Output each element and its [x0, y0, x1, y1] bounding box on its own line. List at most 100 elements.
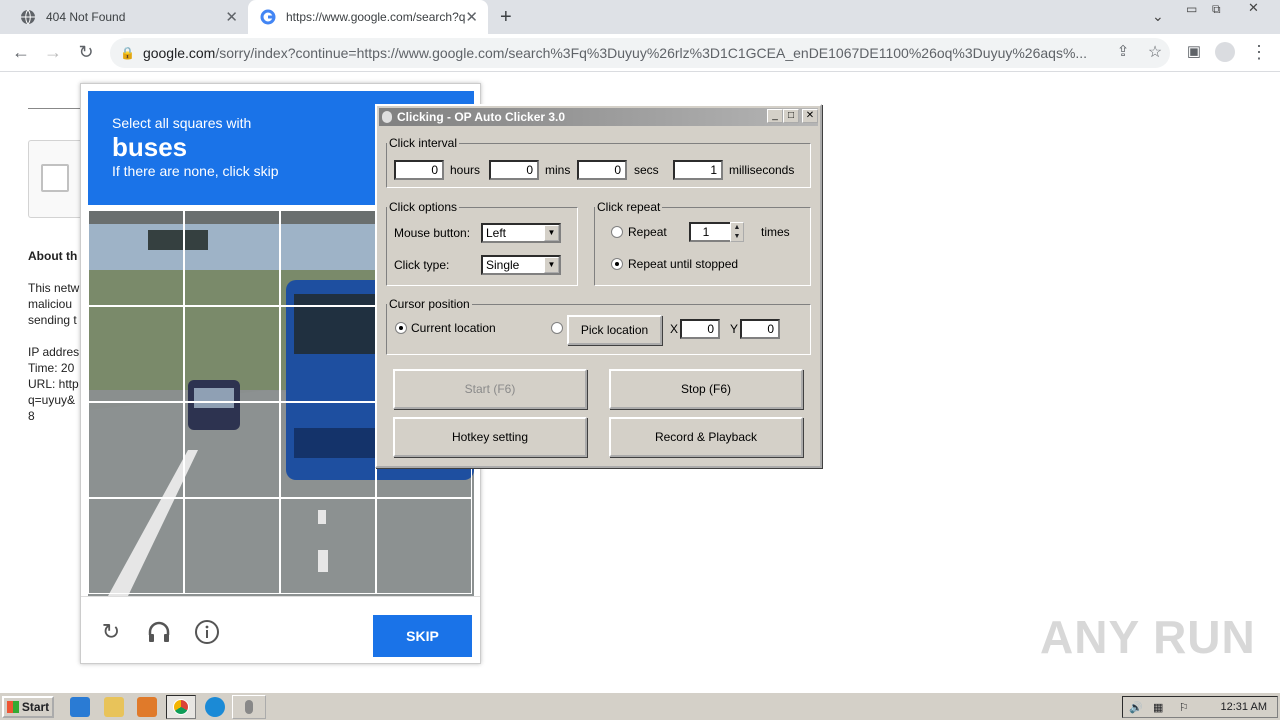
clock: 12:31 AM	[1220, 701, 1267, 713]
file-explorer-icon[interactable]	[104, 697, 124, 717]
body-line: maliciou	[28, 297, 73, 311]
recaptcha-footer: ↻ SKIP	[81, 596, 480, 664]
repeat-until-stopped-radio[interactable]	[611, 258, 623, 270]
volume-icon[interactable]: 🔊	[1129, 701, 1143, 714]
bookmark-star-icon[interactable]: ☆	[1144, 42, 1166, 62]
stop-button[interactable]: Stop (F6)	[609, 369, 803, 409]
click-type-value: Single	[486, 258, 520, 272]
y-label: Y	[730, 322, 739, 336]
address-bar[interactable]: 🔒 google.com/sorry/index?continue=https:…	[110, 38, 1170, 68]
reload-icon[interactable]: ↻	[75, 42, 97, 63]
close-icon[interactable]: ✕	[802, 109, 818, 123]
times-label: times	[761, 225, 790, 239]
auto-clicker-window: Clicking - OP Auto Clicker 3.0 _ □ ✕ Cli…	[375, 104, 822, 468]
reload-challenge-icon[interactable]: ↻	[98, 619, 124, 645]
minimize-icon[interactable]: _	[767, 109, 783, 123]
maximize-icon[interactable]: □	[783, 109, 799, 123]
about-heading: About th	[28, 249, 78, 263]
grid-tile[interactable]	[88, 402, 184, 498]
system-tray: 🔊 ▦ ⚐ 12:31 AM	[1122, 696, 1278, 718]
recaptcha-checkbox[interactable]	[41, 164, 69, 192]
anyrun-watermark: ANY RUN	[1040, 611, 1256, 663]
hotkey-setting-button[interactable]: Hotkey setting	[393, 417, 587, 457]
grid-tile[interactable]	[376, 498, 472, 594]
close-tab-icon[interactable]: ✕	[225, 8, 238, 26]
group-label: Click interval	[387, 136, 460, 150]
network-icon[interactable]: ▦	[1153, 701, 1163, 714]
new-tab-button[interactable]: +	[500, 6, 512, 29]
tab-google[interactable]: https://www.google.com/search?q= ✕	[248, 0, 488, 34]
pick-location-button[interactable]: Pick location	[567, 315, 662, 345]
pick-location-radio[interactable]	[551, 322, 563, 334]
hours-input[interactable]: 0	[394, 160, 444, 180]
milliseconds-input[interactable]: 1	[673, 160, 723, 180]
click-type-select[interactable]: Single ▼	[481, 255, 561, 275]
audio-challenge-icon[interactable]	[146, 619, 172, 645]
profile-avatar-icon[interactable]	[1215, 42, 1235, 62]
chrome-taskbar-button[interactable]	[166, 695, 196, 719]
browser-toolbar: ← → ↻ 🔒 google.com/sorry/index?continue=…	[0, 34, 1280, 72]
secs-input[interactable]: 0	[577, 160, 627, 180]
grid-tile[interactable]	[88, 306, 184, 402]
tab-title: https://www.google.com/search?q=	[286, 10, 466, 24]
current-location-radio[interactable]	[395, 322, 407, 334]
start-label: Start	[21, 700, 50, 714]
info-line: Time: 20	[28, 361, 75, 375]
grid-tile[interactable]	[280, 210, 376, 306]
flag-icon[interactable]: ⚐	[1179, 701, 1189, 714]
repeat-count-input[interactable]: 1	[689, 222, 733, 242]
grid-tile[interactable]	[184, 210, 280, 306]
grid-tile[interactable]	[280, 402, 376, 498]
close-window-icon[interactable]: ✕	[1248, 0, 1259, 20]
internet-explorer-icon[interactable]	[70, 697, 90, 717]
repeat-radio[interactable]	[611, 226, 623, 238]
dropdown-arrow-icon[interactable]: ▼	[544, 225, 559, 241]
tab-404[interactable]: 404 Not Found ✕	[0, 0, 248, 34]
hours-label: hours	[450, 163, 481, 177]
edge-icon[interactable]	[205, 697, 225, 717]
forward-icon[interactable]: →	[42, 42, 64, 63]
grid-tile[interactable]	[280, 498, 376, 594]
grid-tile[interactable]	[184, 498, 280, 594]
record-playback-button[interactable]: Record & Playback	[609, 417, 803, 457]
auto-clicker-taskbar-button[interactable]	[232, 695, 266, 719]
secs-label: secs	[634, 163, 659, 177]
start-button[interactable]: Start (F6)	[393, 369, 587, 409]
group-label: Cursor position	[387, 297, 472, 311]
menu-dots-icon[interactable]: ⋮	[1248, 42, 1270, 63]
minimize-icon[interactable]: ▭	[1186, 2, 1197, 22]
restore-icon[interactable]: ⧉	[1212, 2, 1221, 22]
mouse-button-value: Left	[486, 226, 507, 240]
tab-search-icon[interactable]: ⌄	[1152, 8, 1164, 28]
media-player-icon[interactable]	[137, 697, 157, 717]
dropdown-arrow-icon[interactable]: ▼	[544, 257, 559, 273]
milliseconds-label: milliseconds	[729, 163, 795, 177]
mins-input[interactable]: 0	[489, 160, 539, 180]
mouse-button-select[interactable]: Left ▼	[481, 223, 561, 243]
skip-button[interactable]: SKIP	[373, 615, 472, 657]
share-icon[interactable]: ⇪	[1112, 42, 1134, 60]
repeat-label: Repeat	[628, 225, 667, 239]
grid-tile[interactable]	[88, 498, 184, 594]
close-tab-icon[interactable]: ✕	[465, 8, 478, 26]
start-button[interactable]: Start	[2, 696, 54, 718]
side-panel-icon[interactable]: ▣	[1183, 42, 1205, 60]
info-icon[interactable]	[194, 619, 220, 645]
repeat-until-stopped-label: Repeat until stopped	[628, 257, 739, 271]
repeat-spinner[interactable]: ▲ ▼	[730, 222, 744, 242]
info-line: q=uyuy&	[28, 393, 76, 407]
y-coordinate-input[interactable]: 0	[740, 319, 780, 339]
grid-tile[interactable]	[280, 306, 376, 402]
mouse-app-icon	[382, 111, 392, 123]
x-coordinate-input[interactable]: 0	[680, 319, 720, 339]
body-line: sending t	[28, 313, 77, 327]
mouse-button-label: Mouse button:	[394, 226, 471, 240]
grid-tile[interactable]	[184, 402, 280, 498]
back-icon[interactable]: ←	[10, 42, 32, 63]
grid-tile[interactable]	[184, 306, 280, 402]
click-type-label: Click type:	[394, 258, 450, 272]
address-domain: google.com	[142, 45, 216, 61]
grid-tile[interactable]	[88, 210, 184, 306]
x-label: X	[670, 322, 679, 336]
window-title-bar[interactable]: Clicking - OP Auto Clicker 3.0	[379, 108, 818, 126]
